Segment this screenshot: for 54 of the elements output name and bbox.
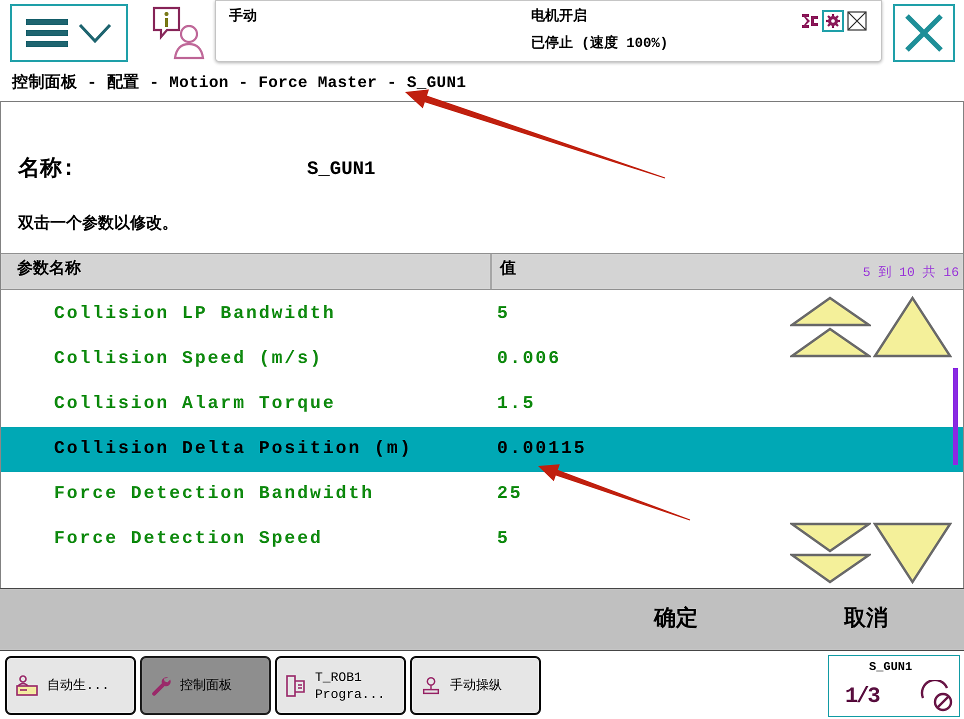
action-button[interactable]: 取消 (771, 589, 961, 650)
chevron-down-icon (78, 23, 112, 43)
scroll-down-button[interactable] (873, 521, 952, 585)
parameter-name: Force Detection Speed (54, 528, 324, 551)
triangle-up-icon (873, 295, 952, 359)
clock-blocked-icon (920, 680, 954, 712)
parameter-value: 25 (497, 483, 523, 506)
column-header[interactable]: 参数名称 (17, 260, 81, 278)
parameter-name: Collision Speed (m/s) (54, 348, 324, 371)
breadcrumb: 控制面板 - 配置 - Motion - Force Master - S_GUN1 (12, 72, 466, 94)
taskbar-button[interactable]: 控制面板 (140, 656, 271, 715)
parameter-value: 1.5 (497, 393, 536, 416)
wrench-icon (150, 674, 172, 696)
taskbar-button[interactable]: T_ROB1 Progra... (275, 656, 406, 715)
triangle-down-icon (873, 521, 952, 585)
program-icon (285, 674, 307, 698)
column-header[interactable]: 值 (500, 257, 516, 281)
parameter-value: 5 (497, 528, 510, 551)
run-status: 已停止 (速度 100%) (531, 34, 668, 54)
close-icon (904, 13, 944, 53)
name-label: 名称: (18, 156, 76, 184)
task-name: S_GUN1 (869, 659, 912, 676)
operating-mode: 手动 (229, 7, 257, 27)
page-up-button[interactable] (790, 295, 871, 359)
parameter-name: Force Detection Bandwidth (54, 483, 376, 506)
double-triangle-up-icon (790, 295, 871, 359)
instruction-text: 双击一个参数以修改。 (18, 213, 178, 235)
menu-button[interactable] (10, 4, 128, 62)
double-triangle-down-icon (790, 521, 871, 585)
action-button[interactable]: 确定 (581, 589, 771, 650)
close-button[interactable] (893, 4, 955, 62)
menu-icon (26, 18, 68, 48)
name-value: S_GUN1 (307, 156, 376, 182)
parameter-value: 0.006 (497, 348, 562, 371)
parameter-row[interactable]: Collision Delta Position (m) 0.00115 (1, 427, 963, 472)
scroll-up-button[interactable] (873, 295, 952, 359)
person-stand-icon (420, 674, 442, 696)
parameter-name: Collision Delta Position (m) (54, 438, 414, 461)
gear-icon (822, 10, 844, 32)
parameter-name: Collision LP Bandwidth (54, 303, 337, 326)
speed-fraction: 1/3 (845, 683, 879, 711)
taskbar-button[interactable]: 手动操纵 (410, 656, 541, 715)
robot-arm-icon (801, 12, 819, 30)
person-desk-icon (15, 674, 39, 698)
page-down-button[interactable] (790, 521, 871, 585)
crossed-box-icon (847, 11, 867, 31)
parameter-name: Collision Alarm Torque (54, 393, 337, 416)
row-range-text: 5 到 10 共 16 (862, 264, 959, 282)
scrollbar-thumb[interactable] (953, 368, 958, 465)
task-status-panel[interactable]: S_GUN1 1/3 (828, 655, 960, 717)
motor-status: 电机开启 (531, 7, 587, 27)
parameter-value: 0.00115 (497, 438, 587, 461)
parameter-value: 5 (497, 303, 510, 326)
taskbar-button[interactable]: 自动生... (5, 656, 136, 715)
